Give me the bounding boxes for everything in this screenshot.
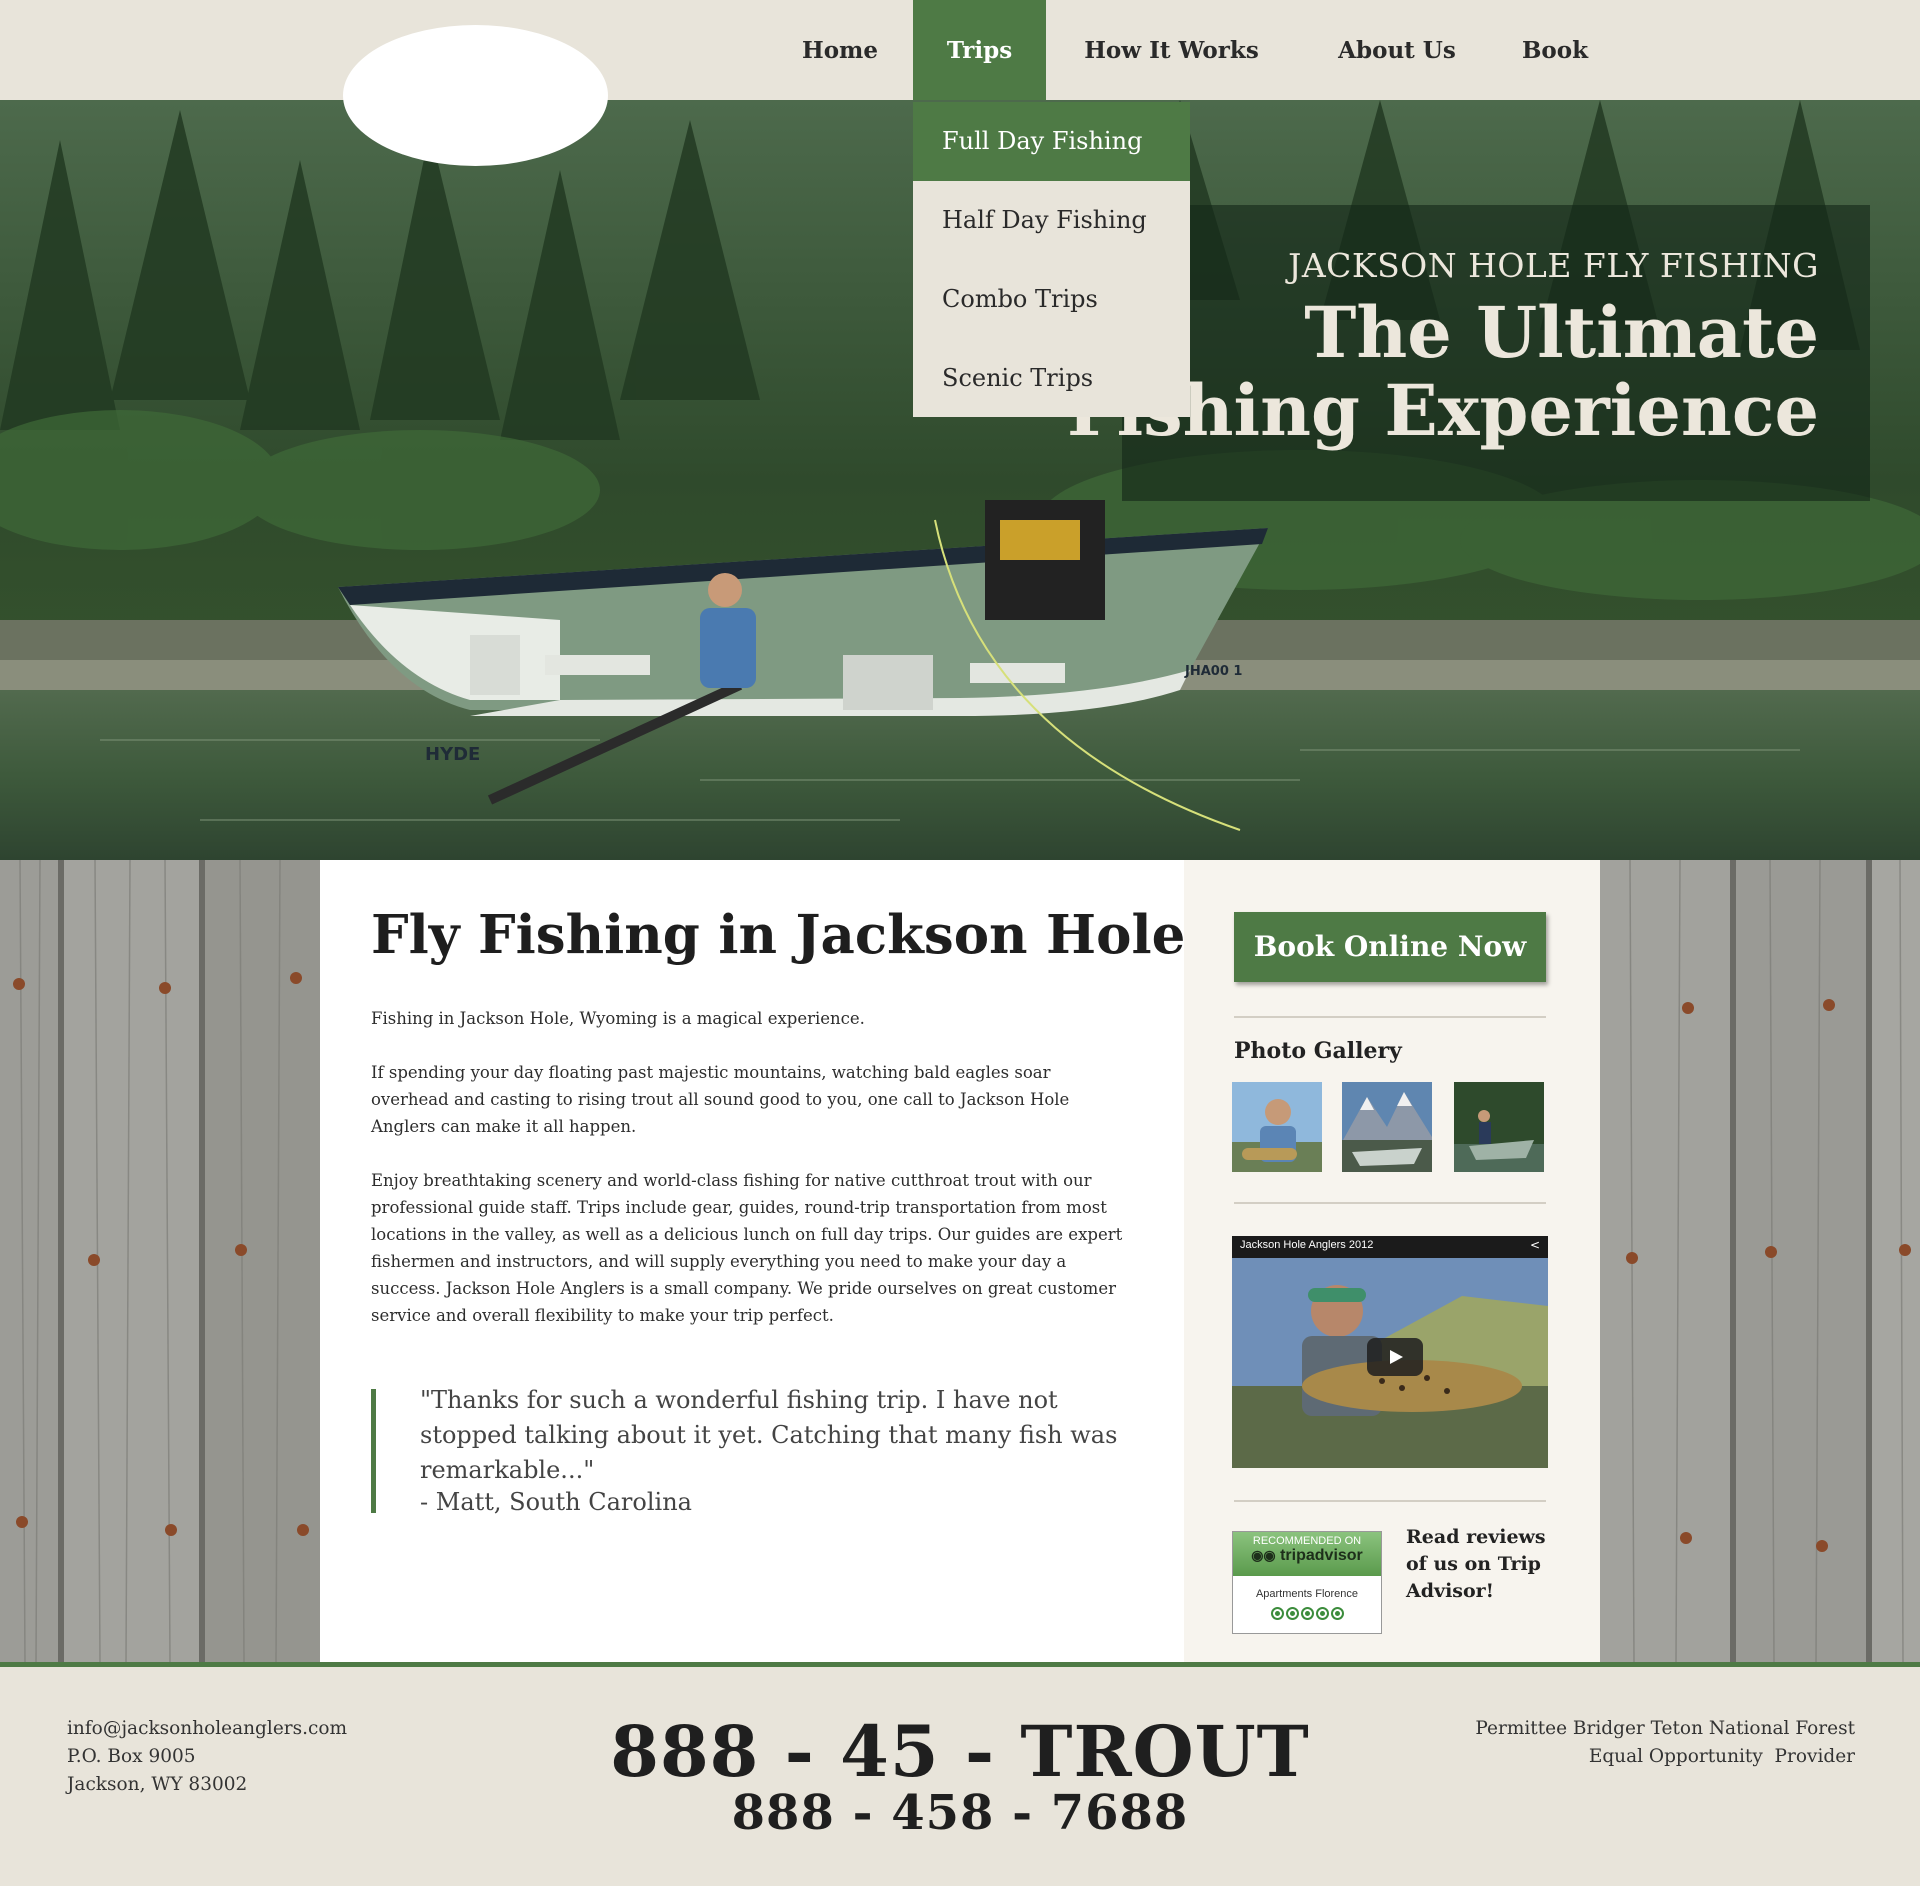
- sidebar-divider: [1234, 1202, 1546, 1204]
- nav-home[interactable]: Home: [780, 0, 900, 100]
- dropdown-item-half-day-fishing[interactable]: Half Day Fishing: [913, 181, 1190, 260]
- gallery-thumbnail[interactable]: [1232, 1082, 1322, 1172]
- tripadvisor-place: Apartments Florence: [1255, 1588, 1359, 1600]
- sidebar-divider: [1234, 1016, 1546, 1018]
- intro-paragraph: Fishing in Jackson Hole, Wyoming is a ma…: [371, 1009, 865, 1028]
- footer-permittee: Permittee Bridger Teton National Forest: [1475, 1718, 1855, 1739]
- tripadvisor-rating: [1233, 1605, 1381, 1624]
- video-player[interactable]: Jackson Hole Anglers 2012 <: [1232, 1236, 1548, 1468]
- tripadvisor-reviews-link[interactable]: Read reviews of us on Trip Advisor!: [1406, 1524, 1546, 1605]
- footer-legal: Permittee Bridger Teton National Forest …: [1475, 1715, 1855, 1771]
- dropdown-item-full-day-fishing[interactable]: Full Day Fishing: [913, 102, 1190, 181]
- rating-dot-icon: [1315, 1607, 1329, 1620]
- nav-book[interactable]: Book: [1500, 0, 1610, 100]
- testimonial-author: - Matt, South Carolina: [420, 1488, 692, 1516]
- rating-dot-icon: [1285, 1607, 1299, 1620]
- quote-accent-bar: [371, 1389, 376, 1513]
- photo-gallery-heading: Photo Gallery: [1234, 1038, 1402, 1064]
- sidebar: Book Online Now Photo Gallery Jackson Ho…: [1184, 860, 1600, 1662]
- trips-dropdown-menu: Full Day Fishing Half Day Fishing Combo …: [913, 102, 1190, 417]
- sidebar-divider: [1234, 1500, 1546, 1502]
- footer-phone-number[interactable]: 888 - 458 - 7688: [0, 1785, 1920, 1841]
- body-paragraph-1: If spending your day floating past majes…: [371, 1063, 1070, 1136]
- dropdown-item-combo-trips[interactable]: Combo Trips: [913, 260, 1190, 339]
- tripadvisor-recommended-label: RECOMMENDED ON: [1252, 1535, 1362, 1547]
- wood-panel-right: [1600, 860, 1920, 1662]
- body-paragraph-2: Enjoy breathtaking scenery and world-cla…: [371, 1171, 1123, 1325]
- wood-texture-right: [1600, 860, 1920, 1662]
- svg-text:HYDE: HYDE: [425, 744, 480, 765]
- wood-panel-left: [0, 860, 320, 1662]
- svg-text:JHA00 1: JHA00 1: [1184, 664, 1242, 679]
- tripadvisor-badge-header: RECOMMENDED ON ◉◉ tripadvisor: [1233, 1532, 1381, 1576]
- site-footer: info@jacksonholeanglers.com P.O. Box 900…: [0, 1662, 1920, 1886]
- book-online-button[interactable]: Book Online Now: [1234, 912, 1546, 982]
- page-title: Fly Fishing in Jackson Hole: [371, 904, 1186, 966]
- gallery-photo-angler-icon: [1232, 1082, 1322, 1172]
- gallery-photo-boat-icon: [1454, 1082, 1544, 1172]
- main-content: Fly Fishing in Jackson Hole Fishing in J…: [320, 860, 1186, 1662]
- gallery-photo-mountains-icon: [1342, 1082, 1432, 1172]
- share-icon[interactable]: <: [1530, 1238, 1540, 1252]
- tripadvisor-brand: tripadvisor: [1280, 1547, 1363, 1564]
- testimonial-quote: "Thanks for such a wonderful fishing tri…: [420, 1386, 1118, 1484]
- hero-kicker: JACKSON HOLE FLY FISHING: [1288, 246, 1819, 285]
- video-title: Jackson Hole Anglers 2012: [1240, 1239, 1374, 1251]
- tripadvisor-owl-icon: ◉◉: [1251, 1547, 1276, 1563]
- play-icon[interactable]: [1367, 1338, 1423, 1376]
- dropdown-item-scenic-trips[interactable]: Scenic Trips: [913, 339, 1190, 418]
- nav-how-it-works[interactable]: How It Works: [1080, 0, 1263, 100]
- gallery-thumbnail[interactable]: [1454, 1082, 1544, 1172]
- tripadvisor-logo: ◉◉ tripadvisor: [1233, 1547, 1381, 1565]
- nav-trips[interactable]: Trips: [913, 0, 1046, 100]
- tripadvisor-badge[interactable]: RECOMMENDED ON ◉◉ tripadvisor Apartments…: [1232, 1531, 1382, 1634]
- footer-equal-opportunity: Equal Opportunity Provider: [1588, 1746, 1855, 1767]
- rating-dot-icon: [1300, 1607, 1314, 1620]
- nav-about-us[interactable]: About Us: [1327, 0, 1467, 100]
- gallery-thumbnail[interactable]: [1342, 1082, 1432, 1172]
- rating-dot-icon: [1270, 1607, 1284, 1620]
- site-logo[interactable]: [343, 25, 608, 166]
- rating-dot-icon: [1330, 1607, 1344, 1620]
- wood-texture-left: [0, 860, 320, 1662]
- site-header: Home Trips How It Works About Us Book: [0, 0, 1920, 100]
